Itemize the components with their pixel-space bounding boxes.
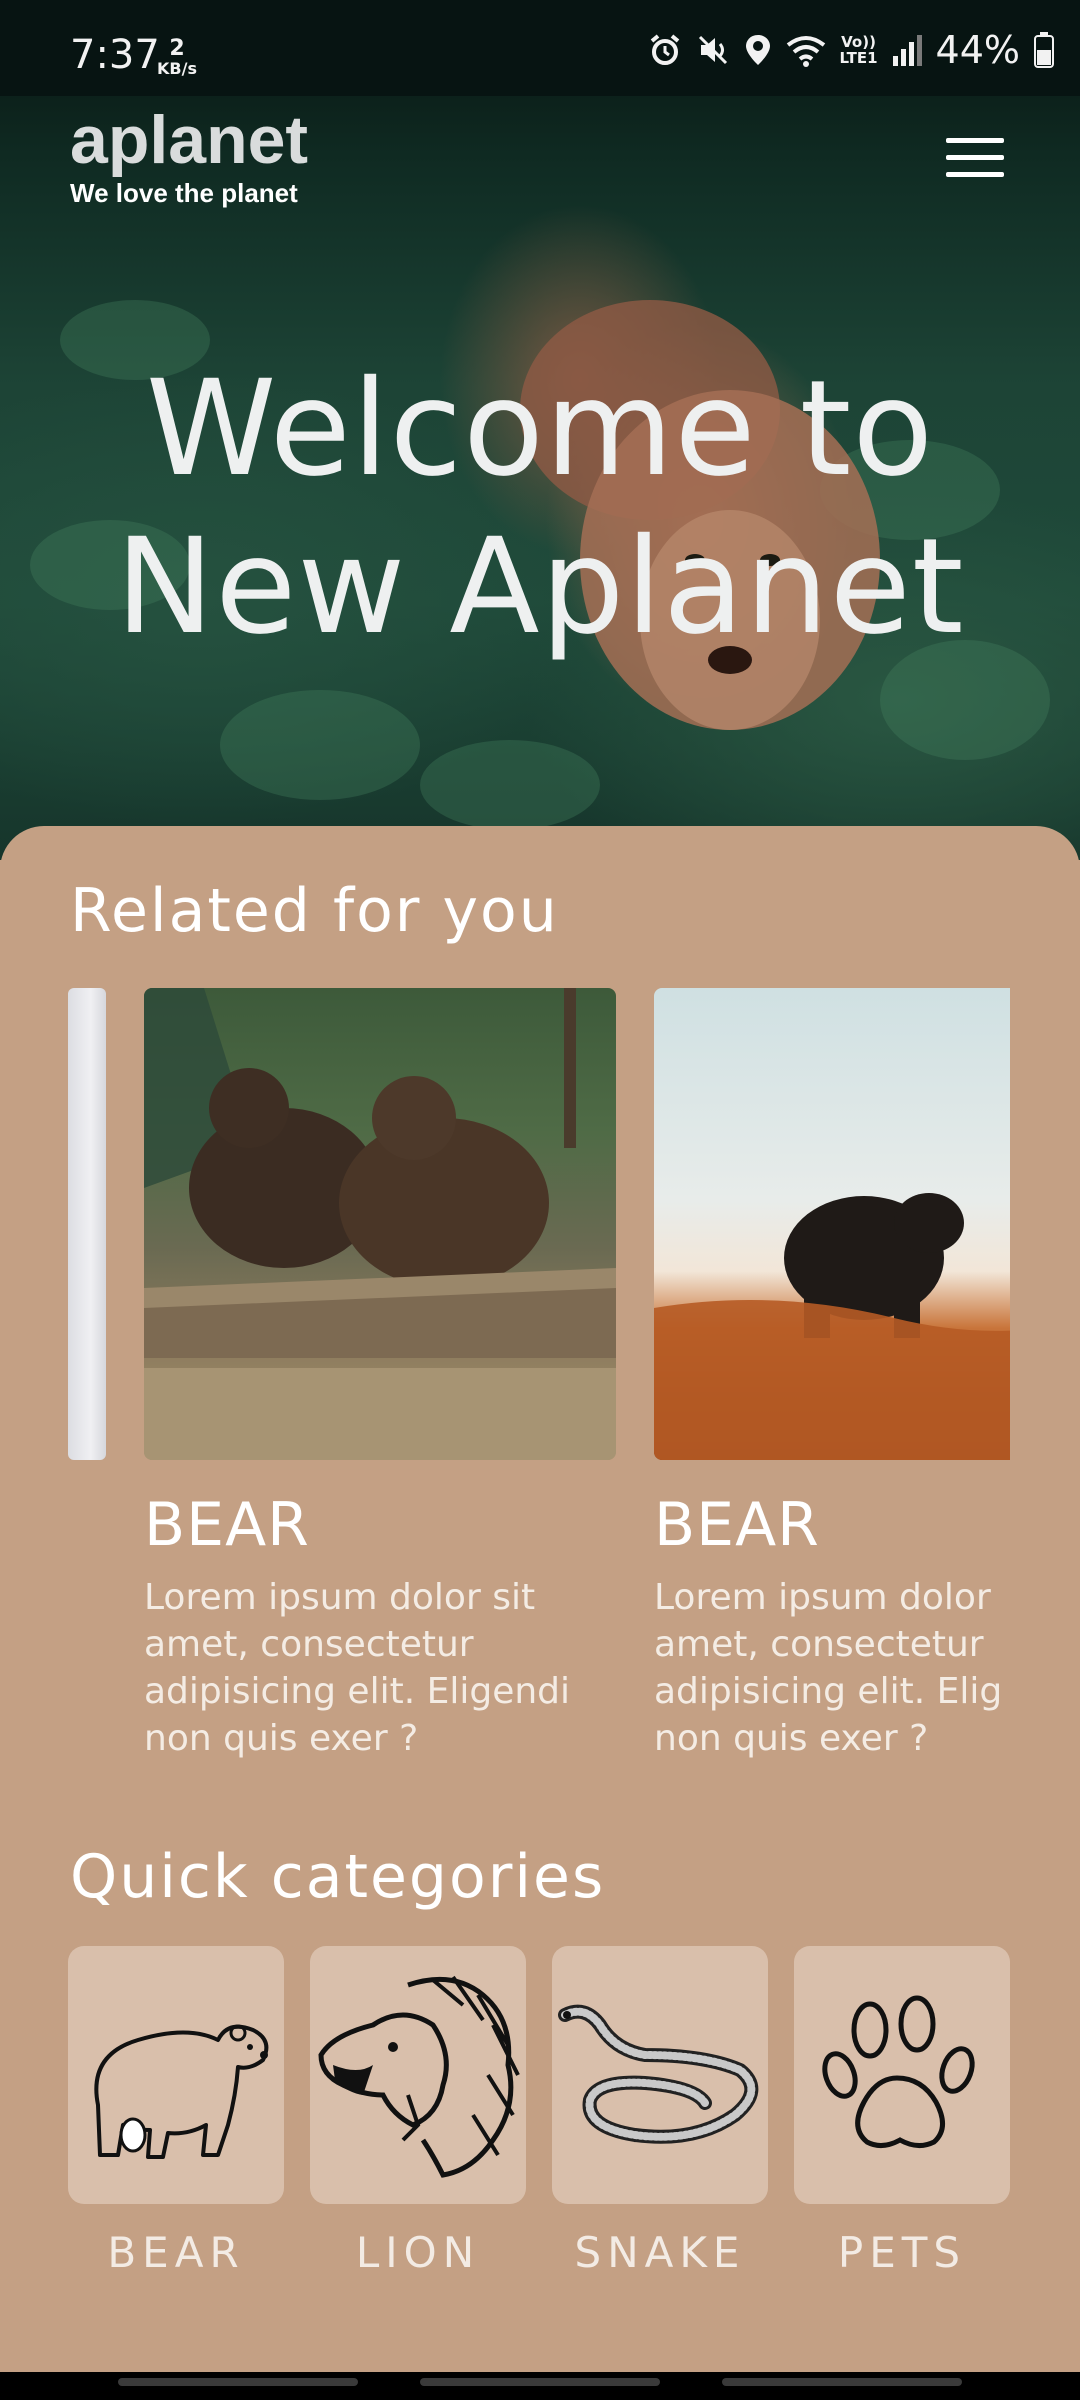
category-pets[interactable]: PETS bbox=[794, 1946, 1010, 2277]
bear-silhouette-illustration bbox=[654, 1193, 1010, 1460]
hamburger-menu-icon[interactable] bbox=[946, 138, 1004, 182]
location-icon bbox=[745, 35, 770, 65]
paw-icon bbox=[822, 1995, 975, 2148]
bear-icon bbox=[94, 2024, 269, 2159]
category-label: LION bbox=[355, 2228, 481, 2277]
category-label: BEAR bbox=[107, 2228, 245, 2277]
category-label: PETS bbox=[837, 2228, 967, 2277]
network-speed: 2 KB/s bbox=[157, 36, 197, 78]
brand-logo[interactable]: aplanet We love the planet bbox=[70, 104, 308, 209]
card-description: Lorem ipsum dolor amet, consectetur adip… bbox=[654, 1577, 1003, 1759]
content-sheet: Related for you BEAR Lorem ipsum dolor s… bbox=[0, 826, 1080, 2400]
quick-categories: BEAR LION SNAKE PETS bbox=[68, 1946, 1010, 2277]
status-icons: Vo)) LTE1 44% bbox=[648, 28, 1054, 72]
battery-percentage: 44% bbox=[935, 28, 1020, 72]
nav-back[interactable] bbox=[722, 2378, 962, 2386]
volte-indicator: Vo)) LTE1 bbox=[839, 33, 878, 67]
category-tile[interactable] bbox=[310, 1946, 526, 2204]
nav-home[interactable] bbox=[420, 2378, 660, 2386]
card-image-bears[interactable] bbox=[144, 988, 616, 1460]
snake-icon bbox=[558, 2004, 759, 2144]
related-card[interactable]: BEAR Lorem ipsum dolor sit amet, consect… bbox=[144, 988, 616, 1762]
alarm-icon bbox=[650, 34, 679, 65]
battery-icon bbox=[1034, 32, 1054, 68]
nav-recents[interactable] bbox=[118, 2378, 358, 2386]
card-image-bear-sunset[interactable] bbox=[654, 988, 1010, 1460]
category-tile[interactable] bbox=[794, 1946, 1010, 2204]
category-lion[interactable]: LION bbox=[310, 1946, 526, 2277]
category-bear[interactable]: BEAR bbox=[68, 1946, 284, 2277]
card-heading: BEAR bbox=[654, 1490, 820, 1560]
category-tile[interactable] bbox=[552, 1946, 768, 2204]
signal-icon bbox=[892, 35, 922, 66]
category-tile[interactable] bbox=[68, 1946, 284, 2204]
category-label: SNAKE bbox=[574, 2228, 746, 2277]
hero-title: Welcome to New Aplanet bbox=[115, 352, 965, 664]
hero-banner: 7:37 2 KB/s Vo)) LTE1 44% aplanet We lov… bbox=[0, 0, 1080, 860]
related-section-title: Related for you bbox=[70, 876, 559, 946]
bears-illustration bbox=[144, 988, 616, 1460]
status-time: 7:37 bbox=[70, 32, 160, 78]
card-previous-partial[interactable] bbox=[68, 988, 106, 1460]
categories-section-title: Quick categories bbox=[70, 1842, 606, 1912]
system-navigation-bar bbox=[0, 2372, 1080, 2400]
mute-icon bbox=[698, 35, 727, 65]
status-bar: 7:37 2 KB/s Vo)) LTE1 44% bbox=[0, 0, 1080, 96]
card-heading: BEAR bbox=[144, 1490, 310, 1560]
lion-icon bbox=[318, 1975, 520, 2178]
brand-name: aplanet bbox=[70, 102, 309, 178]
related-card[interactable]: BEAR Lorem ipsum dolor amet, consectetur… bbox=[654, 988, 1010, 1762]
wifi-icon bbox=[786, 36, 825, 67]
category-snake[interactable]: SNAKE bbox=[552, 1946, 768, 2277]
brand-tagline: We love the planet bbox=[70, 178, 298, 208]
card-description: Lorem ipsum dolor sit amet, consectetur … bbox=[144, 1577, 571, 1759]
related-carousel[interactable]: BEAR Lorem ipsum dolor sit amet, consect… bbox=[0, 988, 1010, 1788]
